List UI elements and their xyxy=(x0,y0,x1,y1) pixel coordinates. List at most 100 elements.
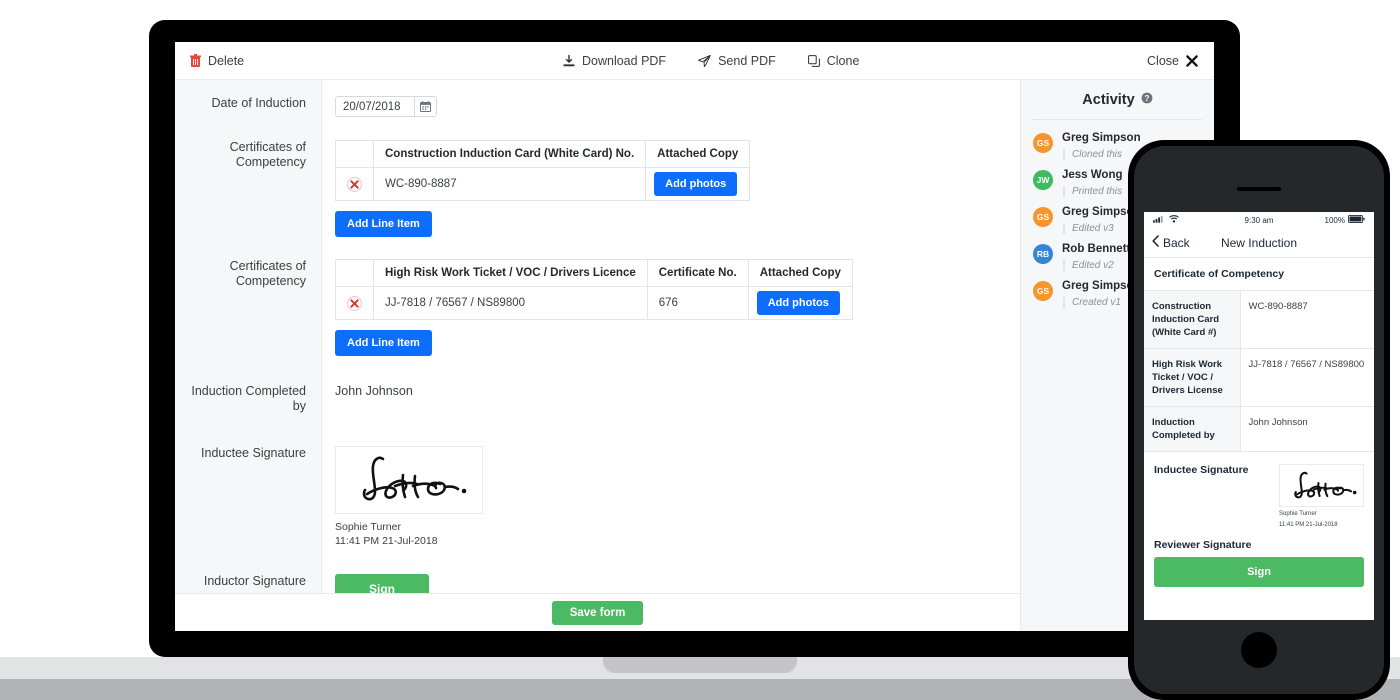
inductee-signature-time: 11:41 PM 21-Jul-2018 xyxy=(335,535,438,547)
screen-body: Date of Induction 20/07/2018 Certificate… xyxy=(175,80,1214,631)
download-pdf-button[interactable]: Download PDF xyxy=(563,54,666,68)
phone-details-table: Construction Induction Card (White Card … xyxy=(1144,291,1374,452)
table-row: WC-890-8887 Add photos xyxy=(335,167,751,201)
phone-inductee-signature-label: Inductee Signature xyxy=(1154,464,1249,476)
save-form-bar: Save form xyxy=(175,593,1020,631)
save-form-button[interactable]: Save form xyxy=(551,600,644,625)
certificates-2-label: Certificates of Competency xyxy=(229,259,306,288)
col-actions xyxy=(335,259,374,287)
phone-row-value: John Johnson xyxy=(1240,406,1374,452)
download-pdf-label: Download PDF xyxy=(582,53,667,68)
avatar: RB xyxy=(1033,244,1053,264)
send-pdf-button[interactable]: Send PDF xyxy=(698,54,776,68)
row-certificates-2: Certificates of Competency High Risk Wor… xyxy=(175,237,1020,356)
help-icon[interactable]: ? xyxy=(1141,92,1153,108)
laptop-screen: Delete Download PDF Send PDF Clone Close… xyxy=(175,42,1214,631)
row-induction-completed-by: Induction Completed by John Johnson xyxy=(175,356,1020,414)
date-value: 20/07/2018 xyxy=(343,100,401,113)
phone-screen: 9:30 am 100% Back New Induction Certific… xyxy=(1144,212,1374,620)
svg-text:?: ? xyxy=(1144,94,1149,103)
row-inductor-signature: Inductor Signature Sign xyxy=(175,548,1020,593)
phone-inductee-signature-time: 11:41 PM 21-Jul-2018 xyxy=(1279,522,1338,528)
row-certificates-1: Certificates of Competency Construction … xyxy=(175,117,1020,237)
col-white-card-no: Construction Induction Card (White Card)… xyxy=(372,140,647,168)
screenshot-stage: Delete Download PDF Send PDF Clone Close… xyxy=(0,0,1400,700)
table-row: JJ-7818 / 76567 / NS89800 676 Add photos xyxy=(335,286,853,320)
phone-back-button[interactable]: Back xyxy=(1152,235,1190,250)
col-high-risk-ticket: High Risk Work Ticket / VOC / Drivers Li… xyxy=(373,259,648,287)
chevron-left-icon xyxy=(1152,235,1159,250)
cell-certificate-no: 676 xyxy=(646,286,749,320)
delete-button[interactable]: Delete xyxy=(190,54,244,68)
row-delete-cell xyxy=(335,167,374,201)
certificates-1-table: Construction Induction Card (White Card)… xyxy=(335,140,751,201)
induction-completed-by-value: John Johnson xyxy=(335,384,413,398)
inductor-signature-label: Inductor Signature xyxy=(203,574,306,588)
avatar: JW xyxy=(1033,170,1053,190)
phone-row-key: Induction Completed by xyxy=(1144,406,1241,452)
trash-icon xyxy=(190,54,201,67)
certificates-2-table: High Risk Work Ticket / VOC / Drivers Li… xyxy=(335,259,853,320)
avatar: GS xyxy=(1033,207,1053,227)
phone-home-button[interactable] xyxy=(1241,632,1277,668)
phone-row-value: WC-890-8887 xyxy=(1240,291,1374,349)
phone-inductee-signature-row: Inductee Signature Sophie Turner 11:41 P… xyxy=(1144,452,1374,529)
battery-icon xyxy=(1347,214,1365,225)
download-icon xyxy=(563,54,575,67)
date-of-induction-label: Date of Induction xyxy=(211,96,306,110)
table-row: Induction Completed by John Johnson xyxy=(1144,406,1374,452)
add-photos-button[interactable]: Add photos xyxy=(756,291,840,315)
phone-status-bar: 9:30 am 100% xyxy=(1144,212,1374,228)
row-date-of-induction: Date of Induction 20/07/2018 xyxy=(175,80,1020,117)
phone-sign-button[interactable]: Sign xyxy=(1154,557,1364,587)
clone-icon xyxy=(807,54,820,67)
activity-title: Activity xyxy=(1082,92,1135,108)
col-certificate-no: Certificate No. xyxy=(646,259,749,287)
delete-label: Delete xyxy=(208,53,245,68)
calendar-icon[interactable] xyxy=(414,97,436,116)
date-of-induction-input[interactable]: 20/07/2018 xyxy=(335,96,437,117)
send-pdf-label: Send PDF xyxy=(718,53,776,68)
inductee-signature-name: Sophie Turner xyxy=(335,521,401,533)
phone-row-key: High Risk Work Ticket / VOC / Drivers Li… xyxy=(1144,348,1241,407)
table-header-row: Construction Induction Card (White Card)… xyxy=(335,140,751,168)
close-label: Close xyxy=(1147,53,1179,68)
col-attached-copy: Attached Copy xyxy=(747,259,853,287)
certificates-1-label: Certificates of Competency xyxy=(229,140,306,169)
clone-label: Clone xyxy=(826,53,860,68)
avatar: GS xyxy=(1033,281,1053,301)
phone-inductee-signature-name: Sophie Turner xyxy=(1279,511,1317,517)
inductor-sign-button[interactable]: Sign xyxy=(335,574,429,593)
remove-row-icon[interactable] xyxy=(347,295,362,311)
inductee-signature-image xyxy=(335,446,483,514)
inductee-signature-label: Inductee Signature xyxy=(201,446,306,460)
close-button[interactable]: Close xyxy=(1147,54,1198,68)
activity-title-row: Activity ? xyxy=(1021,80,1214,119)
phone-reviewer-signature-label: Reviewer Signature xyxy=(1154,539,1252,551)
form-column: Date of Induction 20/07/2018 Certificate… xyxy=(175,80,1020,631)
cell-attached-copy: Add photos xyxy=(747,286,853,320)
send-icon xyxy=(698,54,711,67)
col-actions xyxy=(335,140,374,168)
add-line-item-button-2[interactable]: Add Line Item xyxy=(335,330,432,356)
form-scroll-area[interactable]: Date of Induction 20/07/2018 Certificate… xyxy=(175,80,1020,593)
phone-nav-bar: Back New Induction xyxy=(1144,228,1374,258)
cell-high-risk-ticket: JJ-7818 / 76567 / NS89800 xyxy=(373,286,648,320)
add-photos-button[interactable]: Add photos xyxy=(654,172,738,196)
remove-row-icon[interactable] xyxy=(347,176,362,192)
add-line-item-button-1[interactable]: Add Line Item xyxy=(335,211,432,237)
phone-row-key: Construction Induction Card (White Card … xyxy=(1144,291,1241,349)
phone-inductee-signature-image xyxy=(1279,464,1364,507)
induction-completed-by-label: Induction Completed by xyxy=(191,384,306,413)
form-toolbar: Delete Download PDF Send PDF Clone Close xyxy=(175,42,1214,80)
table-row: Construction Induction Card (White Card … xyxy=(1144,291,1374,349)
close-icon xyxy=(1186,54,1198,67)
phone-section-label: Certificate of Competency xyxy=(1144,258,1374,291)
row-delete-cell xyxy=(335,286,374,320)
clone-button[interactable]: Clone xyxy=(807,53,860,68)
table-row: High Risk Work Ticket / VOC / Drivers Li… xyxy=(1144,348,1374,407)
cell-white-card-no: WC-890-8887 xyxy=(372,167,647,201)
col-attached-copy: Attached Copy xyxy=(645,140,751,168)
laptop-base-notch xyxy=(603,657,797,673)
table-header-row: High Risk Work Ticket / VOC / Drivers Li… xyxy=(335,259,853,287)
